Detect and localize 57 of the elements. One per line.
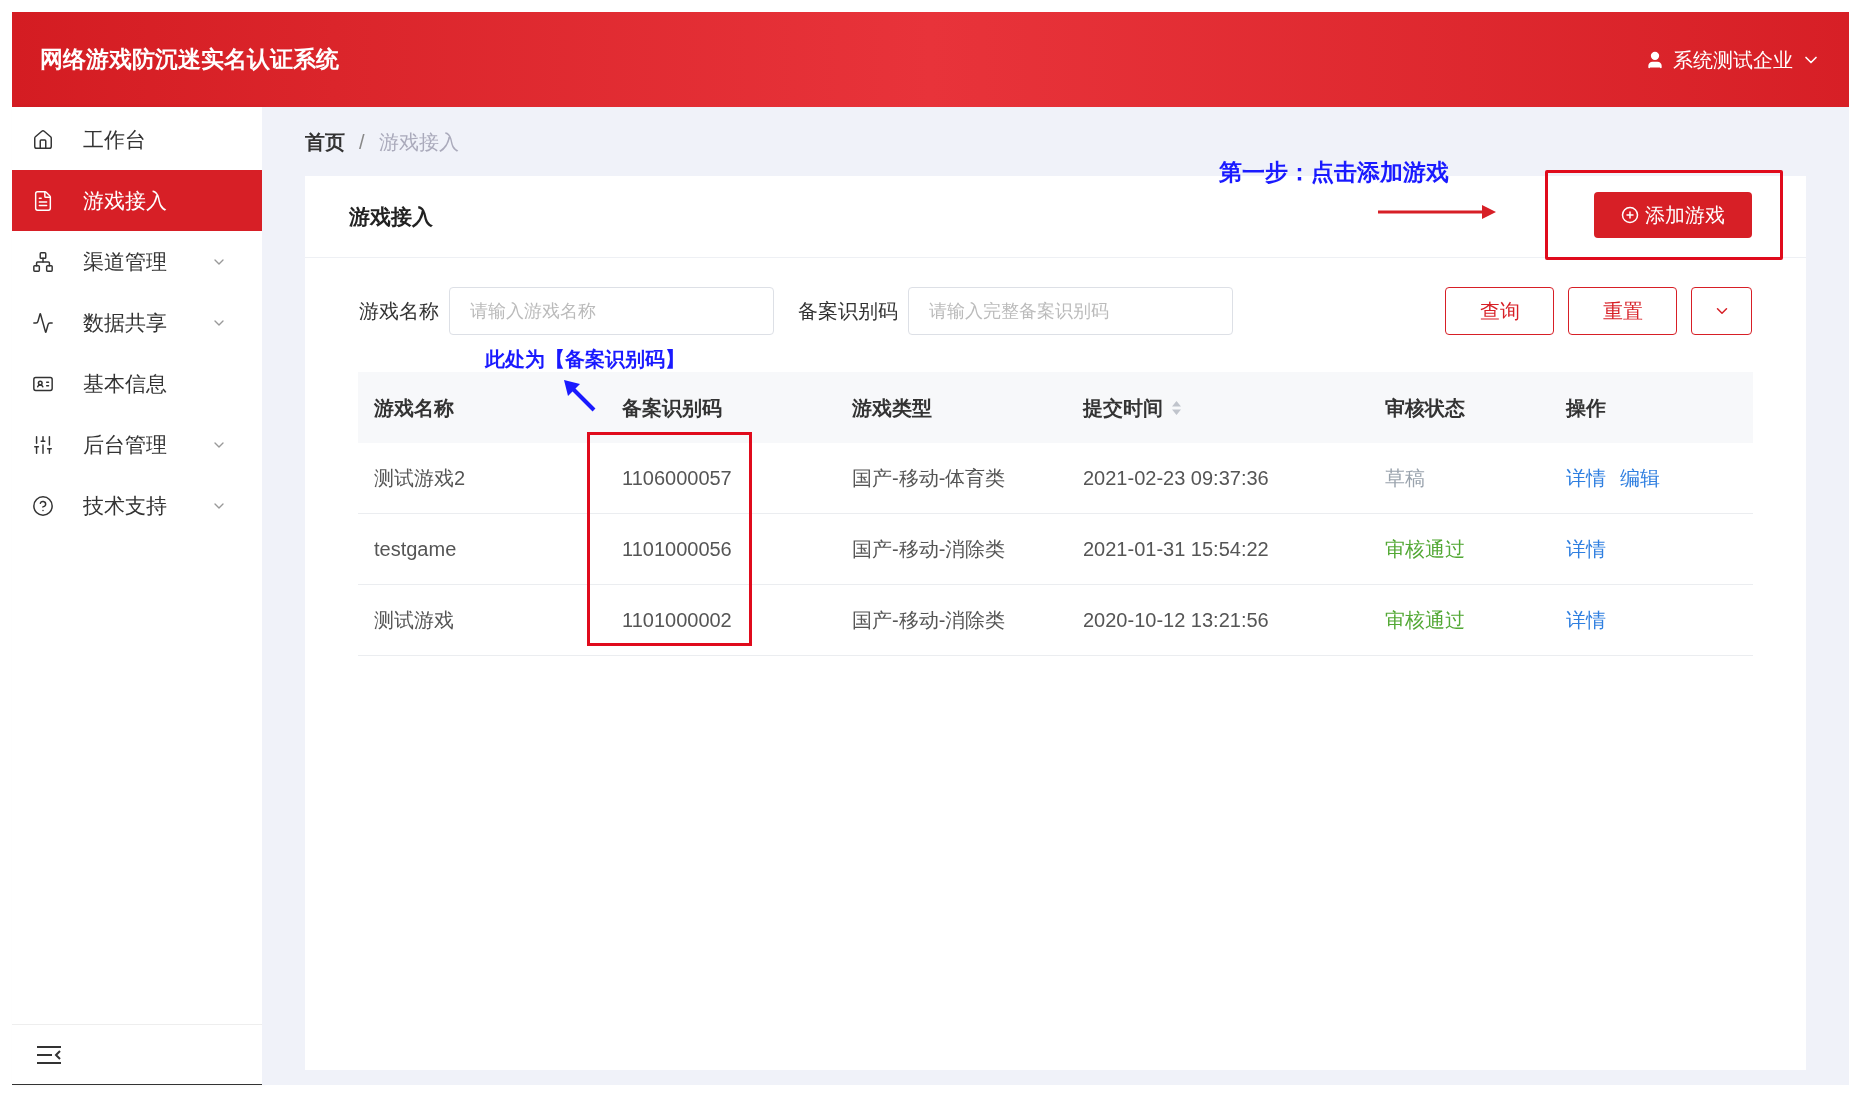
document-icon (32, 189, 54, 212)
annotation-note: 此处为【备案识别码】 (485, 347, 685, 372)
column-header[interactable]: 审核状态 (1385, 392, 1465, 423)
annotation-note: 第一步：点击添加游戏 (1219, 158, 1449, 187)
query-button[interactable]: 查询 (1445, 287, 1554, 335)
table-cell: 2021-01-31 15:54:22 (1083, 538, 1269, 560)
breadcrumb-separator: / (359, 129, 365, 155)
sliders-icon (32, 433, 54, 456)
annotation-arrow (564, 380, 596, 412)
app-title: 网络游戏防沉迷实名认证系统 (40, 45, 339, 75)
plus-circle-icon (1621, 205, 1639, 224)
column-header[interactable]: 备案识别码 (622, 392, 722, 423)
sidebar-item[interactable]: 后台管理 (12, 414, 262, 475)
filter-label: 游戏名称 (359, 299, 439, 324)
action-link[interactable]: 详情 (1566, 463, 1606, 493)
sidebar-item[interactable]: 工作台 (12, 109, 262, 170)
table-cell: 1106000057 (622, 467, 732, 489)
table-cell: 测试游戏2 (374, 467, 466, 489)
table-cell: testgame (374, 538, 457, 560)
sidebar-item[interactable]: 游戏接入 (12, 170, 262, 231)
table-cell: 2021-02-23 09:37:36 (1083, 467, 1269, 489)
expand-button[interactable] (1691, 287, 1752, 335)
house-icon (32, 128, 54, 151)
table-cell: 国产-移动-消除类 (852, 538, 1006, 560)
table-cell: 2020-10-12 13:21:56 (1083, 609, 1269, 631)
filter-label: 备案识别码 (798, 299, 898, 324)
sidebar-item[interactable]: 数据共享 (12, 292, 262, 353)
breadcrumb-item: 游戏接入 (378, 129, 459, 155)
action-link[interactable]: 编辑 (1620, 463, 1660, 493)
card-title: 游戏接入 (349, 203, 433, 230)
column-header[interactable]: 提交时间 (1083, 392, 1182, 423)
table-cell: 国产-移动-消除类 (852, 609, 1006, 631)
collapse-menu-icon[interactable] (36, 1044, 62, 1065)
table-cell: 1101000056 (622, 538, 732, 560)
column-header[interactable]: 操作 (1566, 392, 1606, 423)
action-link[interactable]: 详情 (1566, 605, 1606, 635)
status-text: 审核通过 (1385, 538, 1465, 560)
sidebar-item[interactable]: 技术支持 (12, 475, 262, 536)
status-text: 草稿 (1385, 467, 1425, 489)
column-header[interactable]: 游戏类型 (852, 392, 932, 423)
table-cell: 1101000002 (622, 609, 732, 631)
status-text: 审核通过 (1385, 609, 1465, 631)
network-icon (32, 250, 54, 273)
breadcrumb-item[interactable]: 首页 (305, 126, 345, 157)
sidebar-item[interactable]: 基本信息 (12, 353, 262, 414)
table-cell: 国产-移动-体育类 (852, 467, 1006, 489)
table-cell: 测试游戏 (374, 609, 454, 631)
help-icon (32, 494, 54, 517)
filter-input[interactable]: 请输入游戏名称 (449, 287, 774, 335)
user-icon (1645, 49, 1665, 70)
column-header[interactable]: 游戏名称 (374, 392, 454, 423)
add-game-button[interactable]: 添加游戏 (1594, 191, 1752, 238)
sidebar-item[interactable]: 渠道管理 (12, 231, 262, 292)
user-menu[interactable]: 系统测试企业 (1645, 44, 1821, 75)
action-link[interactable]: 详情 (1566, 534, 1606, 564)
reset-button[interactable]: 重置 (1568, 287, 1677, 335)
filter-input[interactable]: 请输入完整备案识别码 (908, 287, 1233, 335)
